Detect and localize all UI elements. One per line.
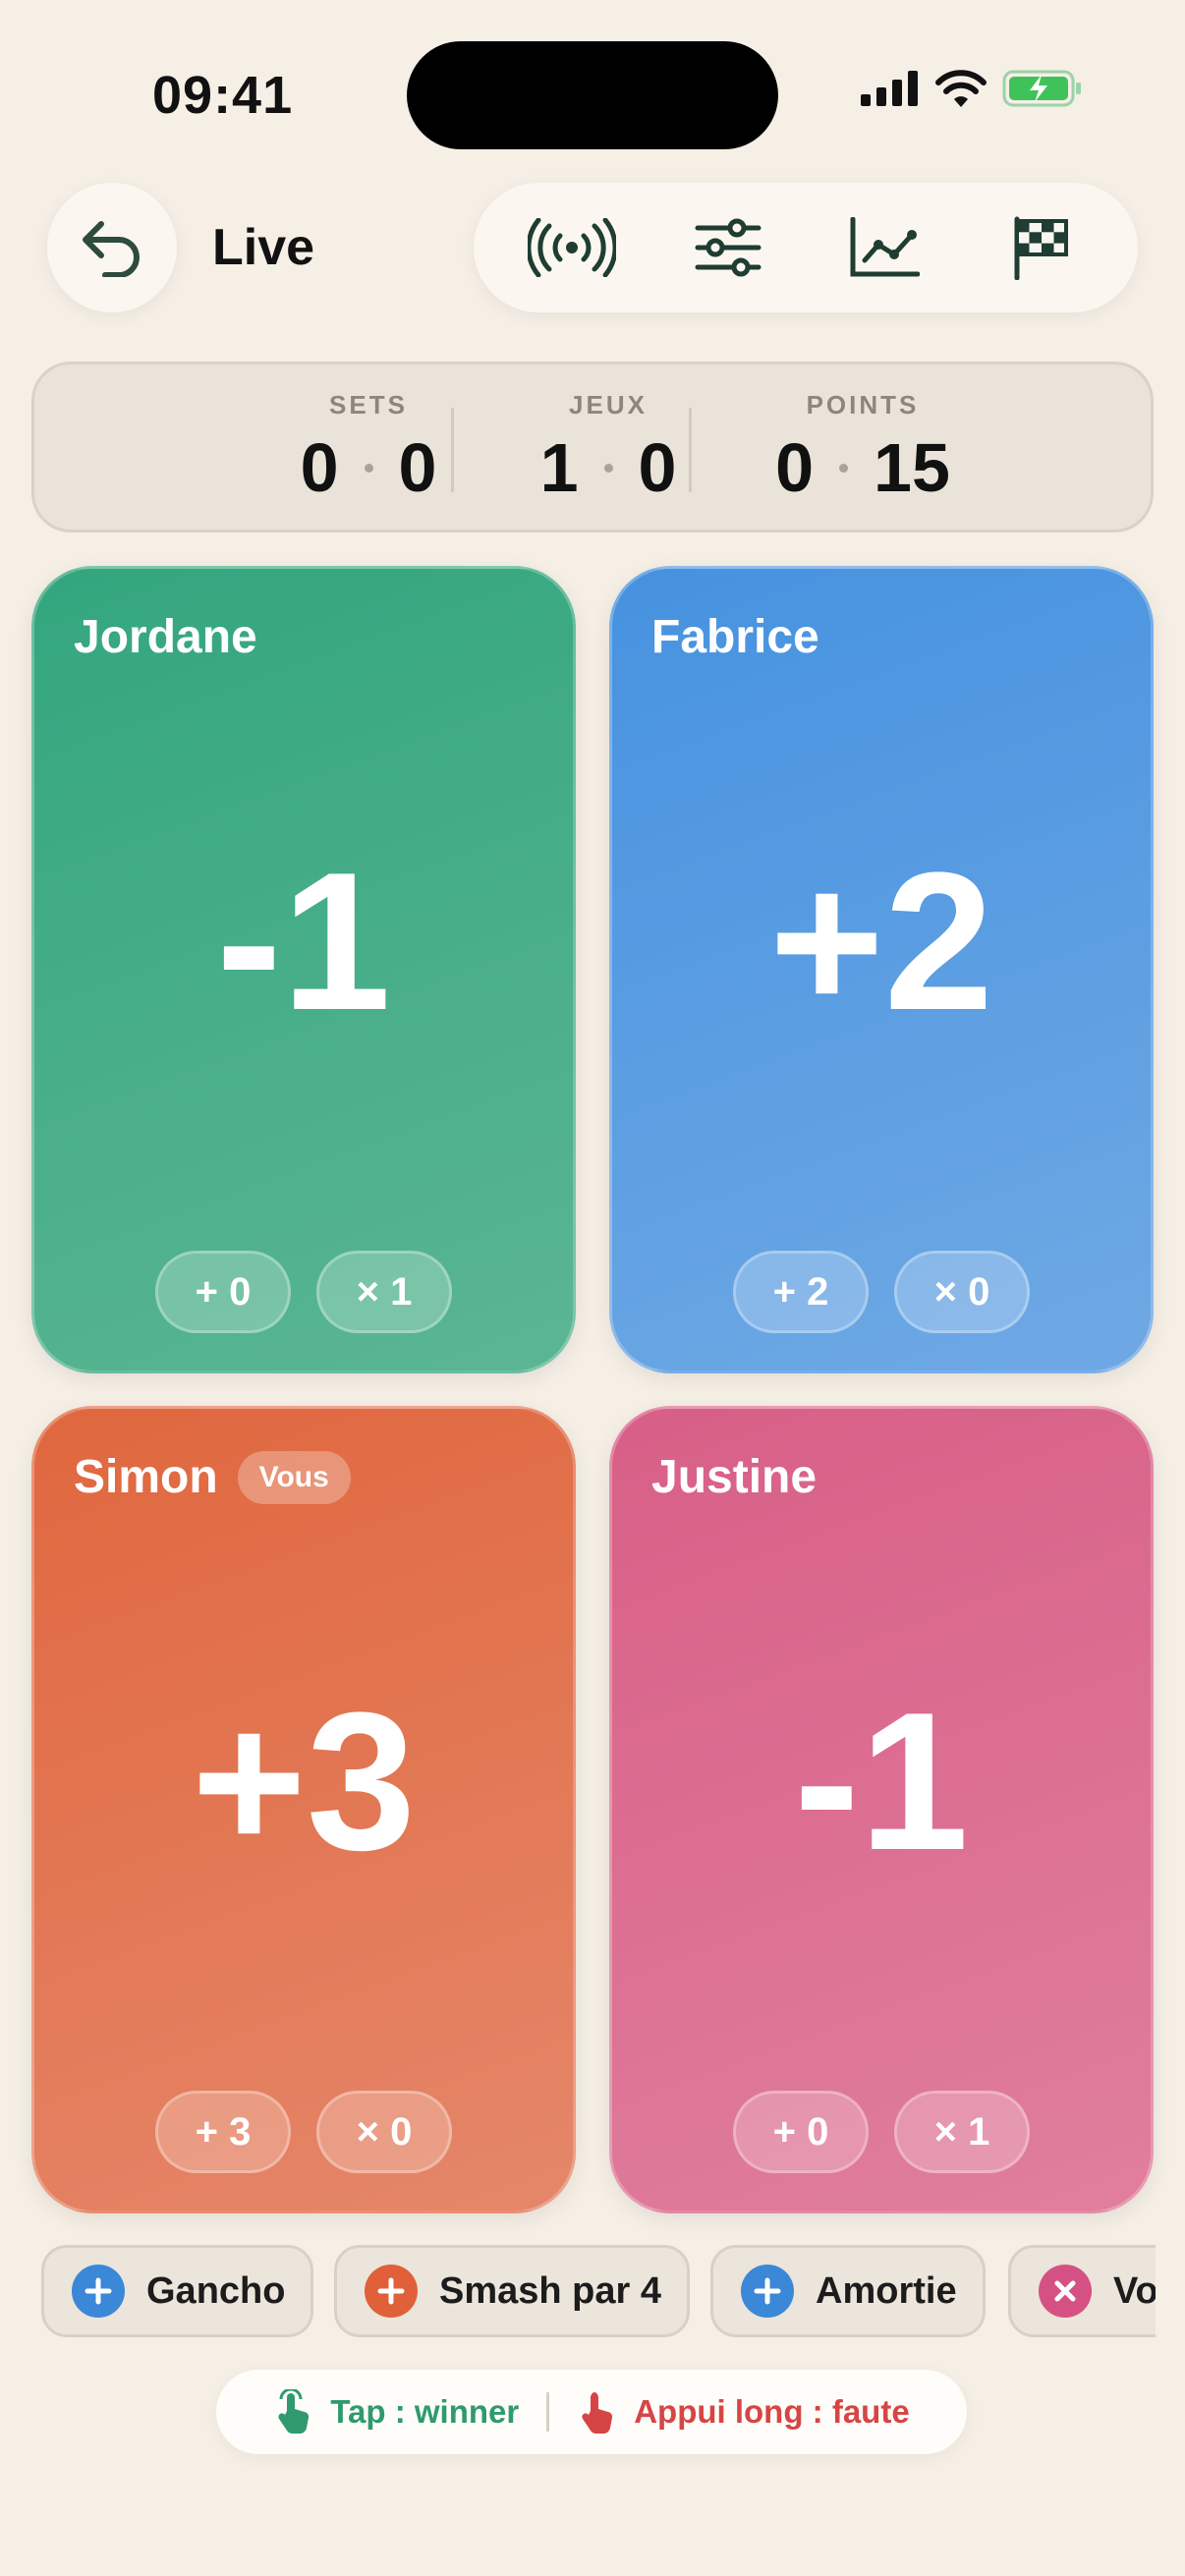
player-score: +2 <box>768 832 994 1051</box>
player-score: +3 <box>191 1672 417 1891</box>
games-team-b: 0 <box>638 429 677 506</box>
sets-team-b: 0 <box>398 429 437 506</box>
shot-chip-row: Gancho Smash par 4 Amortie Vo <box>0 2245 1156 2337</box>
battery-charging-icon <box>1002 70 1081 107</box>
winners-count: + 0 <box>733 2091 869 2173</box>
stats-chart-button[interactable] <box>830 194 938 302</box>
score-separator <box>839 463 849 473</box>
faults-count: × 0 <box>316 2091 452 2173</box>
settings-sliders-button[interactable] <box>674 194 782 302</box>
player-card-simon[interactable]: Simon Vous +3 + 3 × 0 <box>31 1406 576 2213</box>
plus-icon <box>365 2265 418 2318</box>
status-bar: 09:41 <box>0 0 1185 177</box>
back-button[interactable] <box>47 183 177 312</box>
wifi-icon <box>935 70 987 107</box>
faults-count: × 1 <box>316 1251 452 1333</box>
sets-team-a: 0 <box>300 429 339 506</box>
shot-label: Gancho <box>146 2269 286 2312</box>
chart-icon <box>850 217 920 277</box>
shot-chip-smash-par-4[interactable]: Smash par 4 <box>334 2245 690 2337</box>
finish-match-button[interactable] <box>987 194 1095 302</box>
score-separator <box>364 463 373 473</box>
shot-label: Amortie <box>816 2269 957 2312</box>
hint-tap-text: Tap : winner <box>330 2393 520 2430</box>
score-separator <box>603 463 613 473</box>
you-badge: Vous <box>237 1450 351 1504</box>
divider <box>689 408 692 492</box>
back-arrow-icon <box>83 221 140 277</box>
live-broadcast-button[interactable] <box>518 194 626 302</box>
plus-icon <box>741 2265 794 2318</box>
tap-hand-icon <box>278 2389 310 2435</box>
broadcast-icon <box>527 218 616 277</box>
player-card-justine[interactable]: Justine -1 + 0 × 1 <box>609 1406 1154 2213</box>
checkered-flag-icon <box>1014 216 1068 280</box>
scoreboard: SETS 0 0 JEUX 1 0 POINTS 0 15 <box>31 362 1154 532</box>
hint-divider <box>546 2392 550 2432</box>
dynamic-island <box>407 41 778 149</box>
player-card-fabrice[interactable]: Fabrice +2 + 2 × 0 <box>609 566 1154 1373</box>
plus-icon <box>72 2265 125 2318</box>
games-team-a: 1 <box>539 429 579 506</box>
player-name: Jordane <box>74 611 257 663</box>
hint-long-press-text: Appui long : faute <box>634 2393 910 2430</box>
divider <box>451 408 454 492</box>
player-card-jordane[interactable]: Jordane -1 + 0 × 1 <box>31 566 576 1373</box>
player-name: Fabrice <box>651 611 819 663</box>
toolbar <box>474 183 1138 312</box>
winners-count: + 2 <box>733 1251 869 1333</box>
points-team-b: 15 <box>874 429 950 506</box>
faults-count: × 1 <box>894 2091 1030 2173</box>
shot-chip-amortie[interactable]: Amortie <box>710 2245 986 2337</box>
status-time: 09:41 <box>152 66 294 125</box>
cross-icon <box>1039 2265 1092 2318</box>
player-name: Simon <box>74 1451 218 1503</box>
winners-count: + 0 <box>155 1251 291 1333</box>
sliders-icon <box>695 218 761 277</box>
gesture-hint: Tap : winner Appui long : faute <box>216 2370 967 2454</box>
shot-chip-gancho[interactable]: Gancho <box>41 2245 314 2337</box>
shot-label: Smash par 4 <box>439 2269 661 2312</box>
player-score: -1 <box>794 1672 969 1891</box>
cellular-signal-icon <box>861 71 918 106</box>
status-icons <box>861 69 1083 108</box>
shot-label: Vo <box>1113 2269 1156 2312</box>
player-score: -1 <box>216 832 391 1051</box>
faults-count: × 0 <box>894 1251 1030 1333</box>
points-label: POINTS <box>806 390 920 420</box>
shot-chip-vo[interactable]: Vo <box>1008 2245 1156 2337</box>
page-title: Live <box>212 219 315 276</box>
points-team-a: 0 <box>775 429 815 506</box>
points-score: POINTS 0 15 <box>720 390 1005 507</box>
winners-count: + 3 <box>155 2091 291 2173</box>
long-press-hand-icon <box>582 2392 613 2435</box>
player-name: Justine <box>651 1451 818 1503</box>
